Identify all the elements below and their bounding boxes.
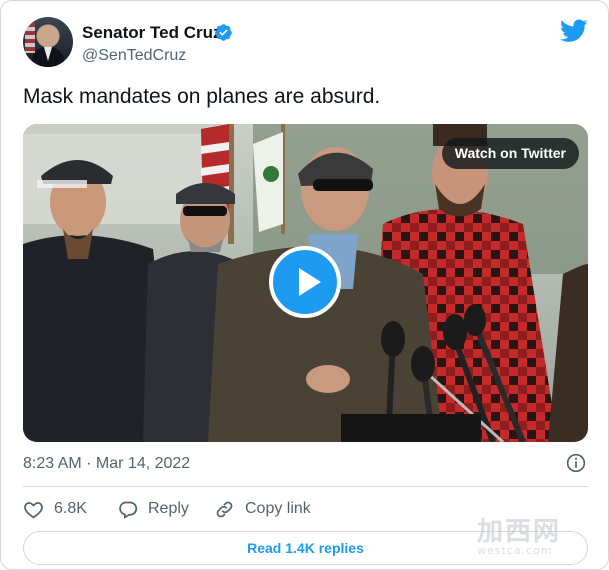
author-handle[interactable]: @SenTedCruz (82, 47, 186, 65)
play-icon[interactable] (269, 246, 341, 318)
copy-link-label: Copy link (245, 500, 311, 517)
copy-link-button[interactable]: Copy link (214, 498, 311, 520)
divider (23, 486, 588, 487)
video-thumbnail[interactable]: Watch on Twitter (23, 124, 588, 442)
info-icon[interactable] (566, 453, 586, 473)
tweet-text: Mask mandates on planes are absurd. (23, 85, 381, 108)
watermark: 加西网 westca.com (477, 511, 587, 557)
reply-button[interactable]: Reply (117, 498, 189, 520)
link-icon (216, 501, 233, 517)
avatar[interactable] (23, 17, 73, 67)
heart-icon (24, 501, 43, 518)
tweet-card: Senator Ted Cruz @SenTedCruz Mask mandat… (0, 0, 609, 570)
reply-icon (119, 501, 138, 519)
watermark-url: westca.com (477, 544, 553, 557)
like-button[interactable]: 6.8K (23, 498, 87, 520)
watermark-cn: 加西网 (477, 517, 562, 547)
tweet-timestamp[interactable]: 8:23 AM · Mar 14, 2022 (23, 455, 190, 473)
watch-on-twitter-button[interactable]: Watch on Twitter (441, 138, 579, 169)
verified-badge-icon (215, 24, 232, 41)
twitter-bird-icon[interactable] (560, 19, 588, 43)
avatar-flag (25, 23, 35, 53)
author-name[interactable]: Senator Ted Cruz (82, 23, 221, 43)
like-count: 6.8K (54, 500, 87, 517)
reply-label: Reply (148, 500, 189, 517)
